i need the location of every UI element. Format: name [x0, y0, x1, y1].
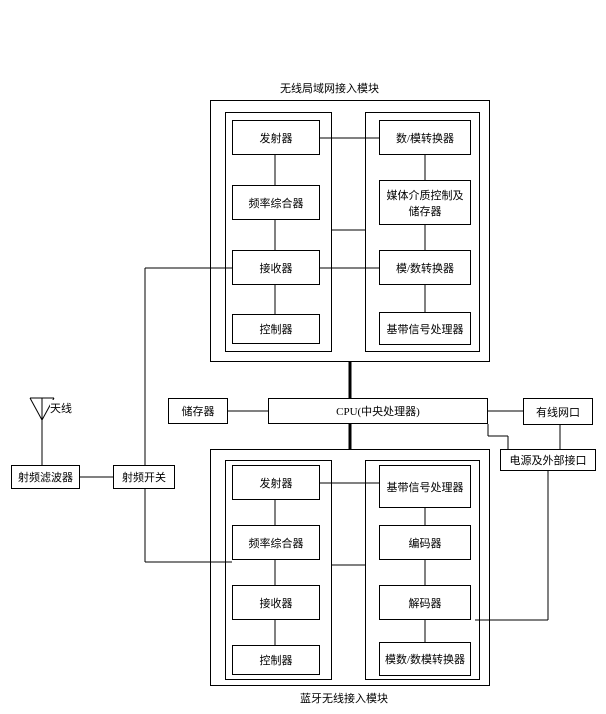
bt-encoder-box: 编码器: [379, 525, 471, 560]
wlan-mac-storage-box: 媒体介质控制及储存器: [379, 180, 471, 225]
antenna-label: 天线: [50, 400, 72, 416]
wlan-da-converter-box: 数/模转换器: [379, 120, 471, 155]
wlan-ad-converter-box: 模/数转换器: [379, 250, 471, 285]
bt-decoder-box: 解码器: [379, 585, 471, 620]
wlan-synthesizer-box: 频率综合器: [232, 185, 320, 220]
wired-port-box: 有线网口: [523, 398, 593, 425]
bt-adda-box: 模数/数模转换器: [379, 642, 471, 676]
wlan-receiver-box: 接收器: [232, 250, 320, 285]
power-ext-box: 电源及外部接口: [500, 449, 596, 471]
bt-controller-box: 控制器: [232, 645, 320, 675]
cpu-box: CPU(中央处理器): [268, 398, 488, 424]
bt-transmitter-box: 发射器: [232, 465, 320, 500]
wlan-transmitter-box: 发射器: [232, 120, 320, 155]
bt-baseband-box: 基带信号处理器: [379, 465, 471, 508]
rf-switch-box: 射频开关: [113, 465, 175, 489]
wlan-module-title: 无线局域网接入模块: [280, 80, 379, 96]
memory-box: 储存器: [168, 398, 228, 424]
wlan-controller-box: 控制器: [232, 314, 320, 344]
rf-filter-box: 射频滤波器: [11, 465, 80, 489]
bt-receiver-box: 接收器: [232, 585, 320, 620]
wlan-baseband-box: 基带信号处理器: [379, 312, 471, 345]
bt-synthesizer-box: 频率综合器: [232, 525, 320, 560]
bt-module-title: 蓝牙无线接入模块: [300, 690, 388, 706]
